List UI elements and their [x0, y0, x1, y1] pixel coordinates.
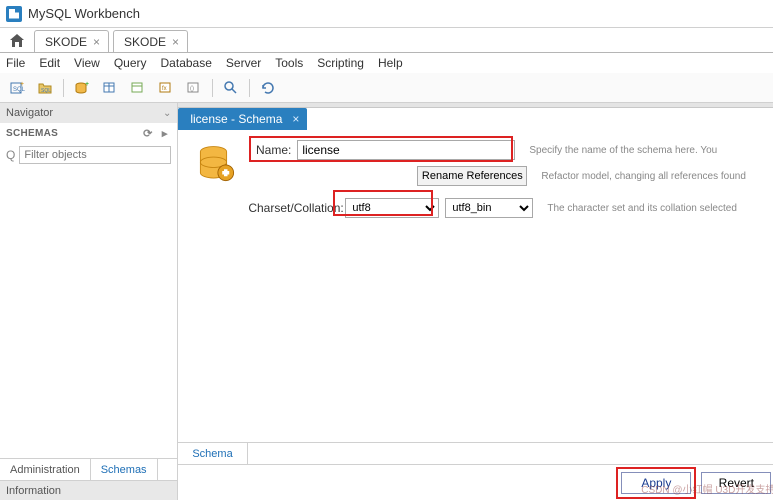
- create-function-icon[interactable]: (): [181, 76, 207, 100]
- bottom-schema-tabs: Schema: [178, 442, 773, 464]
- navigator-panel: Navigator ⌄ SCHEMAS ⟳ ▸ Q Administration…: [0, 103, 178, 500]
- search-icon[interactable]: [218, 76, 244, 100]
- apply-button[interactable]: Apply: [621, 472, 691, 494]
- charset-description: The character set and its collation sele…: [547, 202, 767, 215]
- menu-tools[interactable]: Tools: [275, 56, 303, 70]
- svg-text:+: +: [20, 81, 24, 88]
- schemas-header: SCHEMAS ⟳ ▸: [0, 123, 177, 143]
- schemas-label: SCHEMAS: [6, 128, 58, 139]
- connection-tab[interactable]: SKODE ×: [113, 30, 188, 52]
- information-bar: Information: [0, 480, 177, 500]
- search-glyph-icon: Q: [6, 148, 15, 162]
- editor-tabs: license - Schema ×: [178, 108, 773, 130]
- schema-form: Name: Specify the name of the schema her…: [178, 130, 773, 500]
- main-split: Navigator ⌄ SCHEMAS ⟳ ▸ Q Administration…: [0, 103, 773, 500]
- menu-edit[interactable]: Edit: [39, 56, 60, 70]
- chevron-down-icon[interactable]: ⌄: [163, 108, 171, 119]
- connection-tab[interactable]: SKODE ×: [34, 30, 109, 52]
- refresh-icon[interactable]: ⟳: [141, 127, 154, 140]
- name-description: Specify the name of the schema here. You: [529, 144, 749, 157]
- charset-select[interactable]: utf8: [345, 198, 439, 218]
- rename-description: Refactor model, changing all references …: [541, 170, 761, 183]
- svg-text:fx: fx: [162, 86, 167, 92]
- create-table-icon[interactable]: [97, 76, 123, 100]
- app-title: MySQL Workbench: [28, 6, 140, 21]
- collation-select[interactable]: utf8_bin: [445, 198, 533, 218]
- action-row: Apply Revert: [178, 464, 773, 500]
- app-logo-icon: [6, 6, 22, 22]
- filter-row: Q: [0, 143, 177, 167]
- tab-schema[interactable]: Schema: [178, 443, 247, 464]
- new-sql-tab-icon[interactable]: SQL+: [4, 76, 30, 100]
- menu-scripting[interactable]: Scripting: [317, 56, 364, 70]
- home-icon[interactable]: [4, 30, 30, 52]
- editor-area: license - Schema ×: [178, 103, 773, 500]
- create-view-icon[interactable]: [125, 76, 151, 100]
- svg-text:SQL: SQL: [41, 88, 51, 94]
- navigator-title: Navigator: [6, 107, 53, 119]
- connection-tabs: SKODE × SKODE ×: [0, 28, 773, 53]
- menu-server[interactable]: Server: [226, 56, 261, 70]
- revert-button[interactable]: Revert: [701, 472, 771, 494]
- menu-query[interactable]: Query: [114, 56, 147, 70]
- titlebar: MySQL Workbench: [0, 0, 773, 28]
- close-icon[interactable]: ×: [292, 112, 299, 126]
- svg-text:+: +: [85, 81, 89, 88]
- menu-file[interactable]: File: [6, 56, 25, 70]
- create-procedure-icon[interactable]: fx: [153, 76, 179, 100]
- menu-help[interactable]: Help: [378, 56, 403, 70]
- schema-name-input[interactable]: [297, 140, 515, 160]
- rename-references-button[interactable]: Rename References: [417, 166, 527, 186]
- connection-tab-label: SKODE: [45, 35, 87, 49]
- navigator-body: [0, 167, 177, 458]
- svg-text:(): (): [190, 86, 194, 92]
- charset-label: Charset/Collation:: [248, 201, 345, 215]
- connection-tab-label: SKODE: [124, 35, 166, 49]
- filter-input[interactable]: [19, 146, 171, 164]
- toolbar: SQL+ SQL + fx (): [0, 73, 773, 103]
- open-sql-file-icon[interactable]: SQL: [32, 76, 58, 100]
- close-icon[interactable]: ×: [172, 35, 179, 49]
- menu-database[interactable]: Database: [161, 56, 212, 70]
- expand-icon[interactable]: ▸: [158, 127, 171, 140]
- menubar: File Edit View Query Database Server Too…: [0, 53, 773, 73]
- editor-tab-license-schema[interactable]: license - Schema ×: [178, 108, 307, 130]
- database-icon: [192, 140, 242, 188]
- tab-administration[interactable]: Administration: [0, 459, 91, 480]
- close-icon[interactable]: ×: [93, 35, 100, 49]
- name-label: Name:: [248, 143, 297, 157]
- create-schema-icon[interactable]: +: [69, 76, 95, 100]
- navigator-bottom-tabs: Administration Schemas: [0, 458, 177, 480]
- tab-schemas[interactable]: Schemas: [91, 459, 158, 480]
- navigator-header: Navigator ⌄: [0, 103, 177, 123]
- menu-view[interactable]: View: [74, 56, 100, 70]
- reconnect-icon[interactable]: [255, 76, 281, 100]
- information-label: Information: [6, 485, 61, 497]
- editor-tab-label: license - Schema: [190, 112, 282, 126]
